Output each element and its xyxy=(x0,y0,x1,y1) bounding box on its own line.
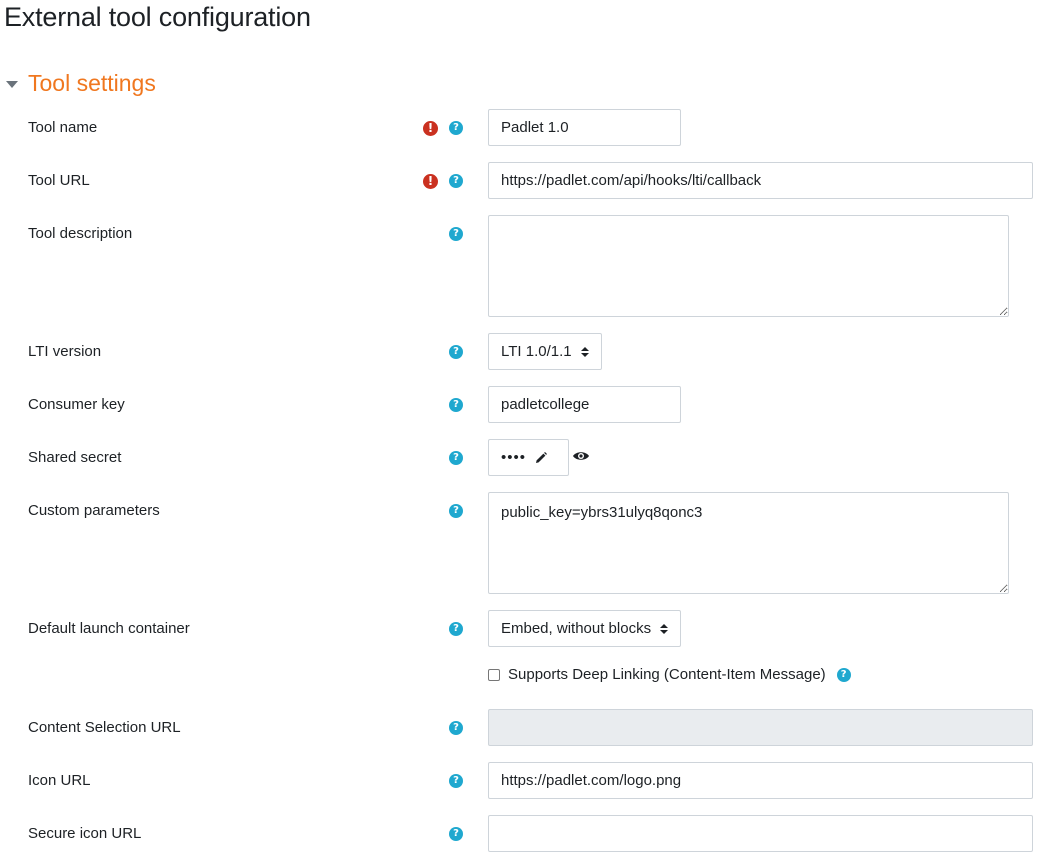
content-selection-url-label: Content Selection URL xyxy=(28,719,181,736)
help-icon[interactable]: ? xyxy=(449,451,463,465)
help-icon[interactable]: ? xyxy=(449,827,463,841)
help-icon[interactable]: ? xyxy=(449,721,463,735)
deep-linking-label: Supports Deep Linking (Content-Item Mess… xyxy=(508,666,826,683)
page-title: External tool configuration xyxy=(4,2,311,32)
tool-url-label: Tool URL xyxy=(28,172,90,189)
help-icon[interactable]: ? xyxy=(449,174,463,188)
shared-secret-masked: •••• xyxy=(501,449,527,466)
consumer-key-input[interactable] xyxy=(488,386,681,423)
eye-icon[interactable] xyxy=(572,449,590,463)
secure-icon-url-label: Secure icon URL xyxy=(28,825,142,842)
lti-version-selected-value: LTI 1.0/1.1 xyxy=(501,343,572,360)
tool-name-label: Tool name xyxy=(28,119,98,136)
custom-parameters-label: Custom parameters xyxy=(28,502,160,519)
help-icon[interactable]: ? xyxy=(449,345,463,359)
consumer-key-label: Consumer key xyxy=(28,396,125,413)
icon-url-input[interactable] xyxy=(488,762,1033,799)
deep-linking-row: Supports Deep Linking (Content-Item Mess… xyxy=(488,666,851,683)
lti-version-label: LTI version xyxy=(28,343,102,360)
help-icon[interactable]: ? xyxy=(449,774,463,788)
tool-url-input[interactable] xyxy=(488,162,1033,199)
help-icon[interactable]: ? xyxy=(449,504,463,518)
custom-parameters-textarea[interactable]: public_key=ybrs31ulyq8qonc3 xyxy=(488,492,1009,594)
lti-version-select[interactable]: LTI 1.0/1.1 xyxy=(488,333,602,370)
select-arrows-icon xyxy=(660,623,669,634)
help-icon[interactable]: ? xyxy=(836,667,851,682)
required-icon: ! xyxy=(423,174,438,189)
icon-url-label: Icon URL xyxy=(28,772,91,789)
shared-secret-label: Shared secret xyxy=(28,449,122,466)
help-icon[interactable]: ? xyxy=(449,398,463,412)
launch-container-selected-value: Embed, without blocks xyxy=(501,620,652,637)
tool-description-textarea[interactable] xyxy=(488,215,1009,317)
help-icon[interactable]: ? xyxy=(449,121,463,135)
required-icon: ! xyxy=(423,121,438,136)
section-title: Tool settings xyxy=(28,70,156,96)
tool-description-label: Tool description xyxy=(28,225,133,242)
default-launch-container-select[interactable]: Embed, without blocks xyxy=(488,610,682,647)
select-arrows-icon xyxy=(580,346,589,357)
pencil-icon xyxy=(536,451,548,463)
help-icon[interactable]: ? xyxy=(449,227,463,241)
caret-down-icon xyxy=(6,81,18,88)
shared-secret-edit[interactable]: •••• xyxy=(488,439,569,476)
default-launch-container-label: Default launch container xyxy=(28,620,190,637)
help-icon[interactable]: ? xyxy=(449,622,463,636)
content-selection-url-input xyxy=(488,709,1033,746)
secure-icon-url-input[interactable] xyxy=(488,815,1033,852)
tool-name-input[interactable] xyxy=(488,109,681,146)
tool-settings-section-toggle[interactable]: Tool settings xyxy=(6,70,156,97)
deep-linking-checkbox[interactable] xyxy=(488,668,500,681)
